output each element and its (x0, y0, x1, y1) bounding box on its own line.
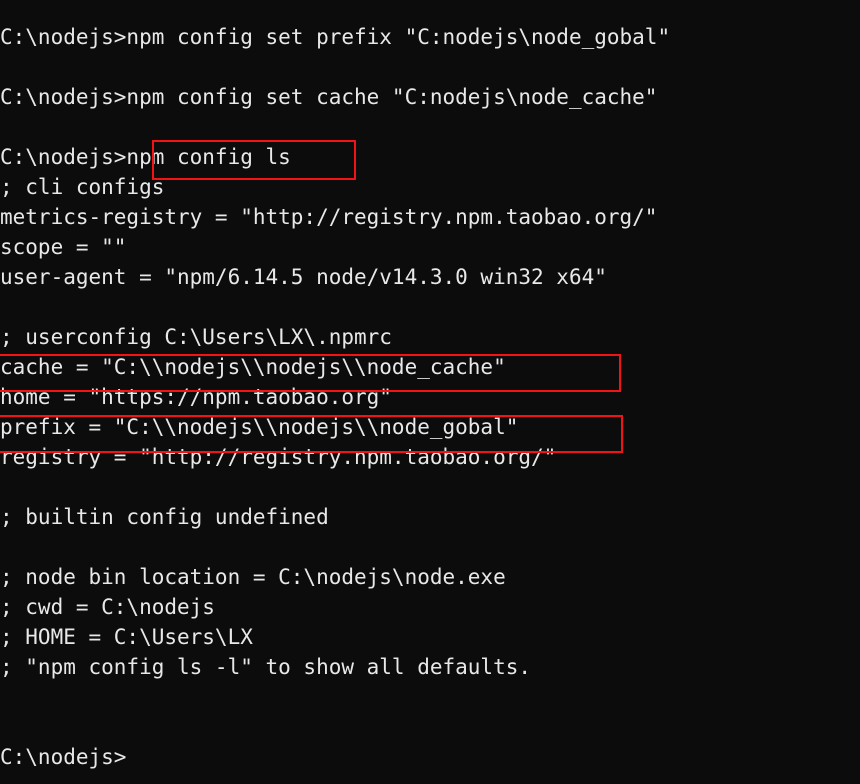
terminal-line: C:\nodejs>npm config set cache "C:nodejs… (0, 85, 658, 109)
terminal-line: cache = "C:\\nodejs\\nodejs\\node_cache" (0, 355, 506, 379)
terminal-line: user-agent = "npm/6.14.5 node/v14.3.0 wi… (0, 265, 607, 289)
terminal-line: C:\nodejs> (0, 745, 127, 769)
terminal-line: home = "https://npm.taobao.org" (0, 385, 392, 409)
terminal-line: ; builtin config undefined (0, 505, 329, 529)
terminal-line: ; node bin location = C:\nodejs\node.exe (0, 565, 506, 589)
terminal-line: C:\nodejs>npm config set prefix "C:nodej… (0, 25, 671, 49)
terminal-line: ; HOME = C:\Users\LX (0, 625, 253, 649)
terminal-line: scope = "" (0, 235, 127, 259)
terminal-line: ; "npm config ls -l" to show all default… (0, 655, 532, 679)
command-prompt-window[interactable]: C:\nodejs>npm config set prefix "C:nodej… (0, 0, 860, 784)
terminal-line: ; cwd = C:\nodejs (0, 595, 215, 619)
terminal-line: ; cli configs (0, 175, 165, 199)
terminal-line: registry = "http://registry.npm.taobao.o… (0, 445, 557, 469)
terminal-line: C:\nodejs>npm config ls (0, 145, 291, 169)
terminal-line: ; userconfig C:\Users\LX\.npmrc (0, 325, 392, 349)
terminal-line: prefix = "C:\\nodejs\\nodejs\\node_gobal… (0, 415, 519, 439)
terminal-line: metrics-registry = "http://registry.npm.… (0, 205, 658, 229)
terminal-output: C:\nodejs>npm config set prefix "C:nodej… (0, 22, 860, 772)
